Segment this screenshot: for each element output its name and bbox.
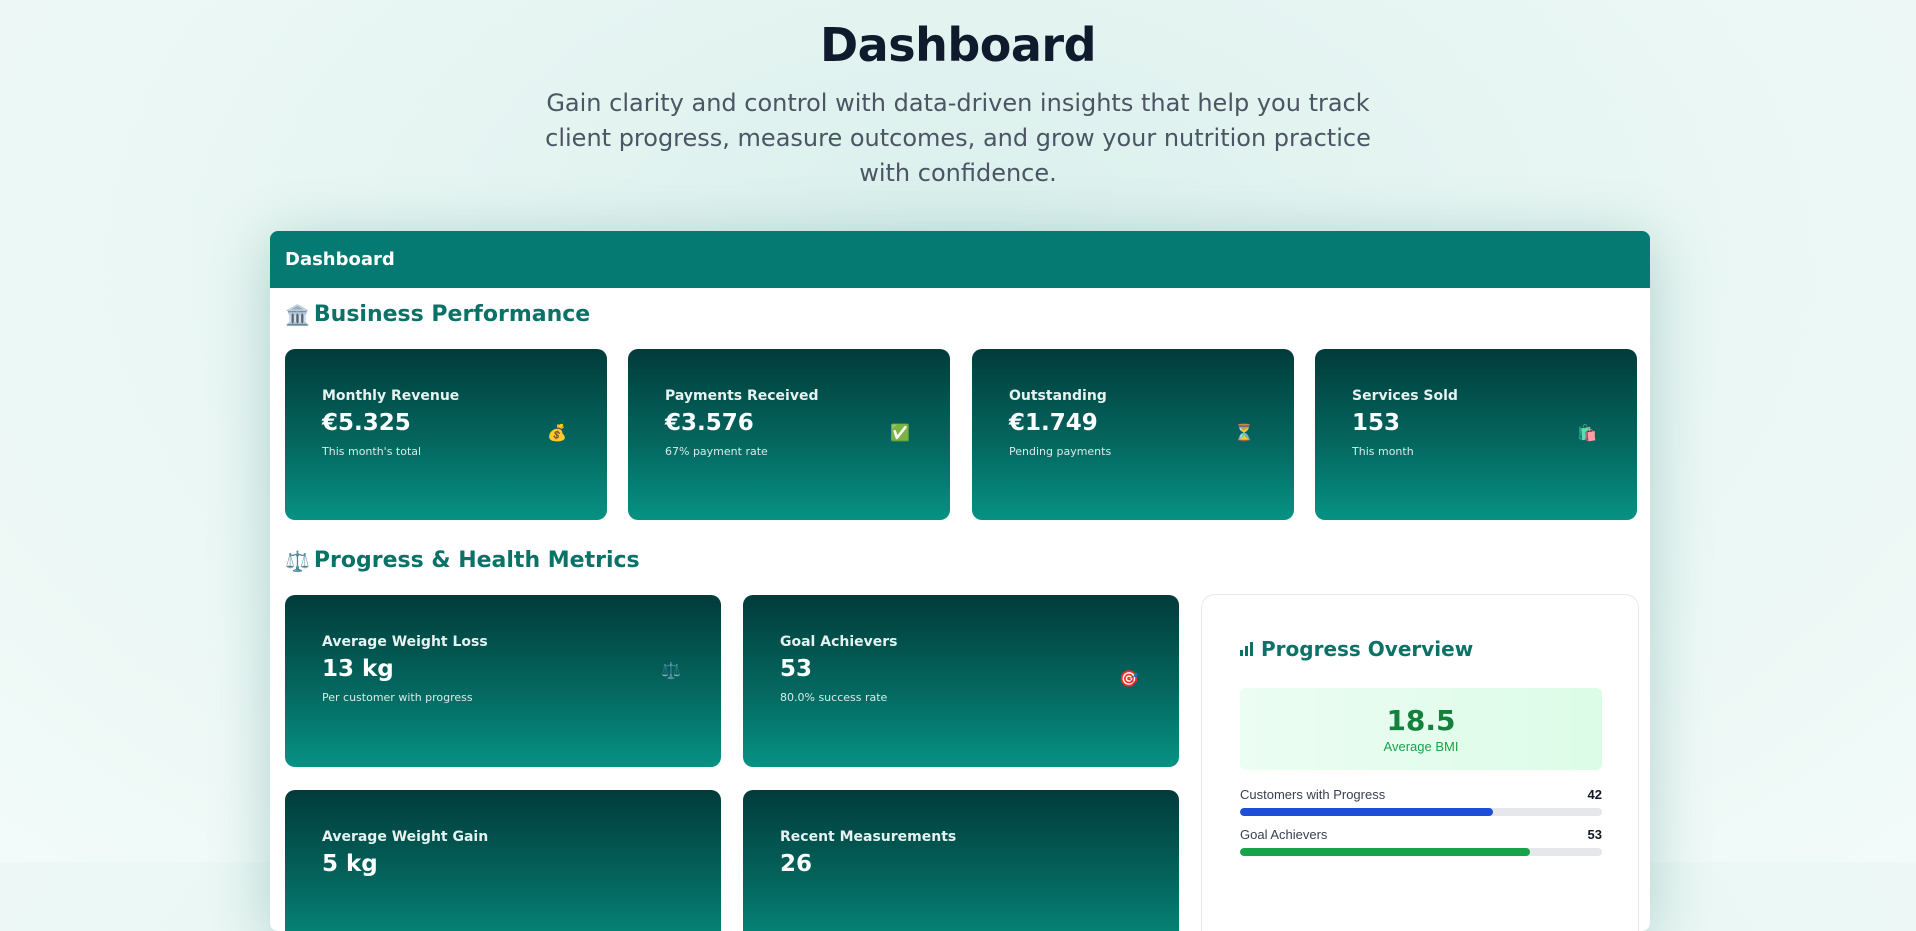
stat-card-subtext: Pending payments (1009, 445, 1112, 458)
stat-card-label: Outstanding (1009, 388, 1107, 404)
scales-icon: ⚖️ (661, 663, 681, 680)
panel-header: Dashboard (270, 231, 1650, 288)
progress-overview-card: Progress Overview 18.5 Average BMI Custo… (1201, 594, 1639, 931)
stat-card-goal-achievers[interactable]: Goal Achievers 53 80.0% success rate 🎯 (743, 595, 1179, 767)
bank-icon: 🏛️ (285, 302, 310, 327)
stat-card-value: 153 (1352, 410, 1401, 436)
money-bag-icon: 💰 (547, 425, 567, 442)
progress-bar-track (1240, 808, 1602, 816)
stat-card-recent-measurements[interactable]: Recent Measurements 26 (743, 790, 1179, 931)
page-title: Dashboard (819, 18, 1097, 72)
stat-card-label: Average Weight Loss (322, 634, 488, 650)
stat-card-services-sold[interactable]: Services Sold 153 This month 🛍️ (1315, 349, 1637, 520)
check-mark-icon: ✅ (890, 425, 910, 442)
stat-card-label: Payments Received (665, 388, 819, 404)
stat-card-label: Recent Measurements (780, 829, 957, 845)
progress-metrics-title: Progress & Health Metrics (313, 548, 640, 573)
stat-card-subtext: This month's total (322, 445, 422, 458)
progress-overview-title: Progress Overview (1261, 637, 1474, 661)
stat-card-label: Goal Achievers (780, 634, 898, 650)
stat-card-subtext: 67% payment rate (665, 445, 768, 458)
hero: Dashboard Gain clarity and control with … (0, 0, 1916, 191)
panel-header-title: Dashboard (285, 249, 395, 270)
stat-card-subtext: 80.0% success rate (780, 691, 888, 704)
hourglass-icon: ⏳ (1234, 425, 1254, 442)
stat-card-label: Services Sold (1352, 388, 1458, 404)
scales-icon: ⚖️ (285, 548, 310, 573)
metric-value: 53 (1587, 827, 1602, 842)
progress-bar-fill (1240, 848, 1530, 856)
stat-card-average-weight-gain[interactable]: Average Weight Gain 5 kg (285, 790, 721, 931)
shopping-bags-icon: 🛍️ (1577, 425, 1597, 442)
progress-bar-track (1240, 848, 1602, 856)
dashboard-panel: Dashboard 🏛️ Business Performance Monthl… (270, 231, 1650, 931)
stat-card-payments-received[interactable]: Payments Received €3.576 67% payment rat… (628, 349, 950, 520)
metric-row-customers-with-progress: Customers with Progress 42 (1240, 787, 1602, 816)
stat-card-monthly-revenue[interactable]: Monthly Revenue €5.325 This month's tota… (285, 349, 607, 520)
target-icon: 🎯 (1119, 671, 1139, 688)
stat-card-value: €1.749 (1009, 410, 1098, 436)
stat-card-subtext: Per customer with progress (322, 691, 473, 704)
progress-metrics-heading: ⚖️ Progress & Health Metrics (285, 548, 640, 573)
stat-card-value: €3.576 (665, 410, 754, 436)
stat-card-value: 5 kg (322, 851, 378, 877)
stat-card-value: 26 (780, 851, 813, 877)
page-subtitle: Gain clarity and control with data-drive… (545, 89, 1371, 187)
metric-row-goal-achievers: Goal Achievers 53 (1240, 827, 1602, 856)
progress-bar-fill (1240, 808, 1494, 816)
progress-overview-heading: Progress Overview (1240, 637, 1473, 661)
metric-label: Customers with Progress (1240, 787, 1386, 802)
metric-value: 42 (1587, 787, 1602, 802)
stat-card-outstanding[interactable]: Outstanding €1.749 Pending payments ⏳ (972, 349, 1294, 520)
average-bmi-box: 18.5 Average BMI (1240, 688, 1602, 770)
average-bmi-label: Average BMI (1383, 739, 1459, 754)
stat-card-value: 53 (780, 656, 813, 682)
stat-card-average-weight-loss[interactable]: Average Weight Loss 13 kg Per customer w… (285, 595, 721, 767)
stat-card-label: Monthly Revenue (322, 388, 460, 404)
average-bmi-value: 18.5 (1386, 704, 1456, 737)
business-performance-title: Business Performance (313, 302, 591, 327)
stat-card-value: 13 kg (322, 656, 394, 682)
stat-card-value: €5.325 (322, 410, 411, 436)
business-performance-heading: 🏛️ Business Performance (285, 302, 590, 327)
stat-card-label: Average Weight Gain (322, 829, 489, 845)
stat-card-subtext: This month (1352, 445, 1414, 458)
bar-chart-icon (1240, 642, 1253, 656)
metric-label: Goal Achievers (1240, 827, 1328, 842)
